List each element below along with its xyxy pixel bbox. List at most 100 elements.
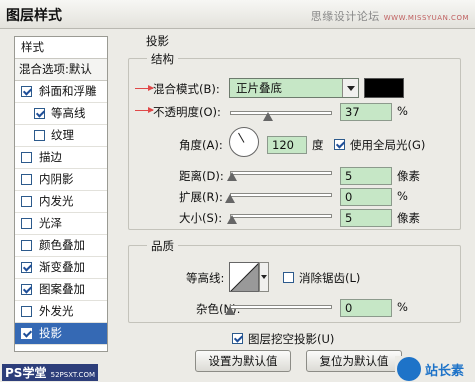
noise-input[interactable]: 0: [340, 299, 392, 317]
anti-alias-label[interactable]: 消除锯齿(L): [299, 270, 360, 286]
psxt-watermark: PS学堂 52PSXT.COM: [2, 364, 98, 381]
annotation-arrow: [135, 107, 154, 113]
chinaz-watermark: 站长素库: [395, 356, 475, 382]
style-item-label: 颜色叠加: [39, 238, 85, 252]
style-item-checkbox[interactable]: [21, 306, 32, 317]
chevron-down-icon[interactable]: [259, 262, 269, 292]
global-light-checkbox[interactable]: [334, 139, 345, 150]
style-item-label: 纹理: [51, 128, 74, 142]
style-item-label: 图案叠加: [39, 282, 85, 296]
structure-title: 结构: [147, 51, 178, 67]
style-item-checkbox[interactable]: [34, 108, 45, 119]
annotation-arrow: [135, 85, 154, 91]
size-unit: 像素: [397, 211, 420, 225]
noise-slider[interactable]: [225, 302, 332, 315]
style-item-label: 投影: [39, 326, 62, 340]
spread-label: 扩展(R):: [179, 190, 223, 204]
style-item-label: 等高线: [51, 106, 86, 120]
distance-input[interactable]: 5: [340, 167, 392, 185]
style-item[interactable]: 投影: [15, 323, 107, 345]
opacity-input[interactable]: 37: [340, 103, 392, 121]
site-watermark: 思缘设计论坛 WWW.MISSYUAN.COM: [311, 8, 469, 24]
style-item[interactable]: 图案叠加: [15, 279, 107, 301]
style-item-label: 内阴影: [39, 172, 74, 186]
style-item-label: 光泽: [39, 216, 62, 230]
spread-input[interactable]: 0: [340, 188, 392, 206]
dialog-title: 图层样式: [6, 8, 62, 24]
styles-header[interactable]: 样式: [15, 37, 107, 59]
site-watermark-url: WWW.MISSYUAN.COM: [383, 14, 469, 22]
size-label: 大小(S):: [179, 211, 223, 225]
global-light-label[interactable]: 使用全局光(G): [350, 137, 425, 153]
style-item[interactable]: 颜色叠加: [15, 235, 107, 257]
style-item[interactable]: 纹理: [15, 125, 107, 147]
set-default-button[interactable]: 设置为默认值: [195, 350, 291, 372]
opacity-unit: %: [397, 104, 408, 118]
style-item-label: 斜面和浮雕: [39, 84, 97, 98]
site-watermark-name: 思缘设计论坛: [310, 10, 380, 23]
angle-needle: [238, 132, 245, 143]
style-item-checkbox[interactable]: [21, 262, 32, 273]
psxt-watermark-url: 52PSXT.COM: [50, 371, 95, 379]
distance-unit: 像素: [397, 169, 420, 183]
style-item-checkbox[interactable]: [21, 240, 32, 251]
contour-label: 等高线:: [186, 271, 225, 285]
spread-slider-thumb[interactable]: [225, 194, 235, 203]
style-item[interactable]: 等高线: [15, 103, 107, 125]
anti-alias-checkbox[interactable]: [283, 272, 294, 283]
angle-dial[interactable]: [229, 127, 259, 157]
contour-curve-icon: [230, 263, 258, 291]
angle-unit: 度: [312, 138, 324, 152]
contour-picker[interactable]: [229, 262, 259, 292]
style-item[interactable]: 描边: [15, 147, 107, 169]
chinaz-logo-icon: [397, 357, 421, 381]
blend-mode-value: 正片叠底: [236, 81, 282, 95]
blending-options-item[interactable]: 混合选项:默认: [15, 59, 107, 81]
size-input[interactable]: 5: [340, 209, 392, 227]
style-item[interactable]: 外发光: [15, 301, 107, 323]
reset-default-button[interactable]: 复位为默认值: [306, 350, 402, 372]
size-slider-thumb[interactable]: [227, 215, 238, 224]
size-slider[interactable]: [227, 211, 332, 224]
knockout-checkbox[interactable]: [232, 333, 243, 344]
distance-slider[interactable]: [227, 168, 332, 181]
opacity-slider[interactable]: [230, 108, 332, 121]
title-bar: 图层样式 思缘设计论坛 WWW.MISSYUAN.COM: [0, 0, 475, 29]
opacity-label: 不透明度(O):: [153, 105, 221, 119]
style-item-checkbox[interactable]: [21, 284, 32, 295]
style-item-checkbox[interactable]: [21, 328, 32, 339]
style-item-checkbox[interactable]: [21, 174, 32, 185]
style-item-checkbox[interactable]: [21, 152, 32, 163]
style-list: 样式 混合选项:默认 斜面和浮雕等高线纹理描边内阴影内发光光泽颜色叠加渐变叠加图…: [14, 36, 108, 352]
style-item[interactable]: 内发光: [15, 191, 107, 213]
style-item[interactable]: 渐变叠加: [15, 257, 107, 279]
style-item-checkbox[interactable]: [21, 196, 32, 207]
style-item[interactable]: 斜面和浮雕: [15, 81, 107, 103]
blend-mode-select[interactable]: 正片叠底: [229, 78, 359, 98]
style-item[interactable]: 内阴影: [15, 169, 107, 191]
quality-title: 品质: [147, 238, 178, 254]
style-item-checkbox[interactable]: [34, 130, 45, 141]
knockout-label[interactable]: 图层挖空投影(U): [248, 331, 334, 347]
style-item-label: 描边: [39, 150, 62, 164]
contour-dropdown[interactable]: [259, 262, 271, 292]
opacity-slider-thumb[interactable]: [262, 112, 273, 121]
noise-unit: %: [397, 300, 408, 314]
distance-slider-thumb[interactable]: [227, 172, 238, 181]
spread-slider[interactable]: [225, 190, 332, 203]
chevron-down-icon[interactable]: [342, 79, 358, 97]
style-item[interactable]: 光泽: [15, 213, 107, 235]
distance-label: 距离(D):: [179, 169, 224, 183]
style-item-checkbox[interactable]: [21, 218, 32, 229]
psxt-watermark-name: PS学堂: [5, 366, 47, 380]
noise-slider-thumb[interactable]: [225, 306, 235, 315]
chinaz-watermark-text: 站长素库: [425, 364, 465, 379]
style-item-label: 渐变叠加: [39, 260, 85, 274]
blend-mode-label: 混合模式(B):: [153, 82, 220, 96]
spread-unit: %: [397, 189, 408, 203]
style-item-checkbox[interactable]: [21, 86, 32, 97]
angle-input[interactable]: 120: [267, 136, 307, 154]
angle-label: 角度(A):: [179, 138, 223, 152]
shadow-color-swatch[interactable]: [364, 78, 404, 98]
panel-title: 投影: [142, 33, 173, 49]
